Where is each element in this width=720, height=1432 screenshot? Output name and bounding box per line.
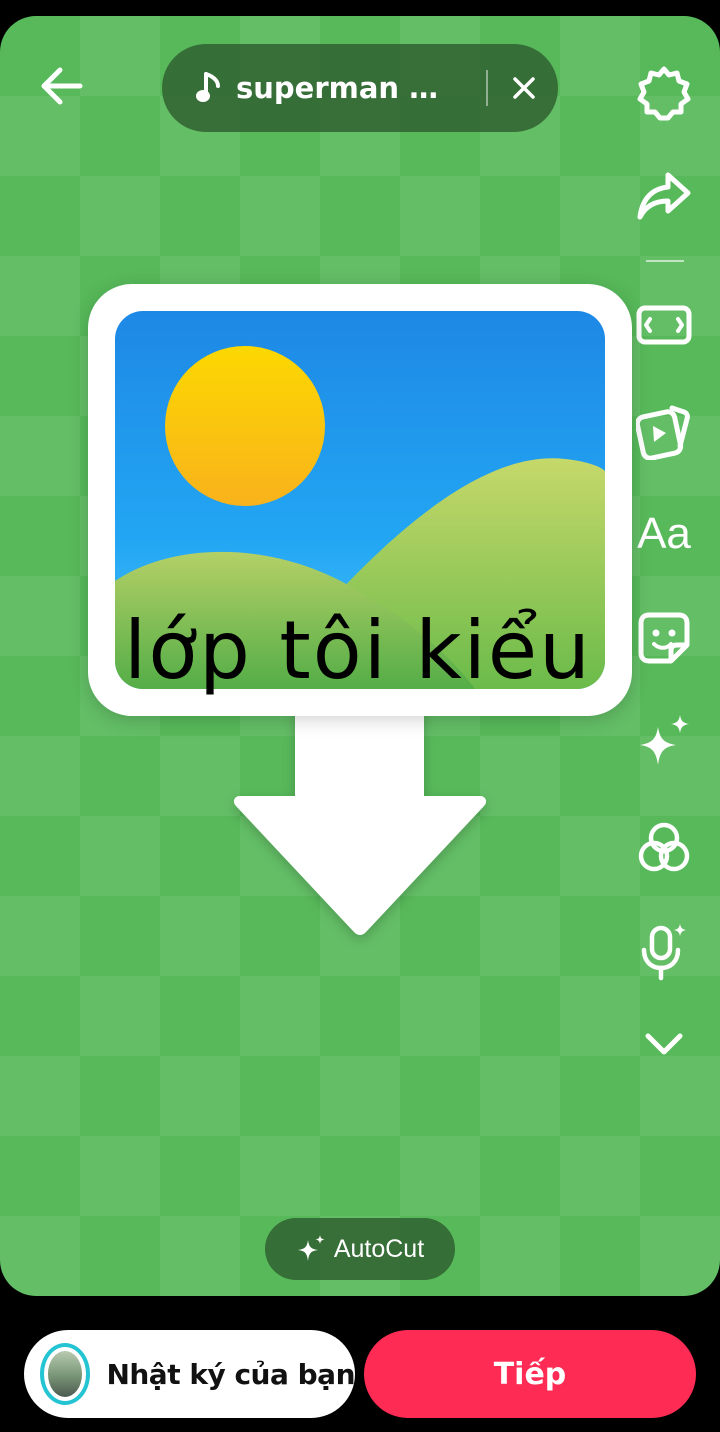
text-overlay[interactable]: lớp tôi kiểu: [124, 604, 592, 697]
pill-divider: [486, 70, 488, 106]
tool-rail: Aa: [620, 16, 710, 1116]
music-title: superman 🤖 -...: [236, 70, 472, 105]
aspect-ratio-icon: [636, 305, 692, 345]
aspect-ratio-button[interactable]: [624, 293, 704, 357]
more-tools-button[interactable]: [624, 1012, 704, 1076]
stickers-button[interactable]: [624, 606, 704, 670]
avatar: [40, 1343, 91, 1405]
settings-button[interactable]: [624, 61, 704, 125]
text-button[interactable]: Aa: [624, 502, 704, 566]
text-icon: Aa: [637, 509, 691, 558]
gear-icon: [637, 66, 691, 121]
autocut-button[interactable]: AutoCut: [265, 1218, 455, 1280]
voice-button[interactable]: [624, 920, 704, 984]
music-selector[interactable]: superman 🤖 -...: [162, 44, 558, 132]
back-button[interactable]: [36, 60, 88, 112]
sparkle-icon: [297, 1235, 325, 1261]
chevron-down-icon: [645, 1033, 683, 1055]
remove-music-button[interactable]: [502, 66, 546, 110]
sticker-icon: [638, 612, 690, 664]
video-template-icon: [636, 405, 690, 460]
arrow-left-icon: [41, 67, 83, 105]
filters-button[interactable]: [624, 816, 704, 880]
next-button[interactable]: Tiếp: [364, 1330, 696, 1418]
microphone-icon: [641, 924, 686, 981]
music-note-icon: [196, 71, 226, 105]
templates-button[interactable]: [624, 399, 704, 463]
share-button[interactable]: [624, 164, 704, 228]
journal-label: Nhật ký của bạn: [106, 1357, 355, 1391]
filters-icon: [638, 822, 690, 872]
autocut-label: AutoCut: [333, 1234, 425, 1263]
editor-canvas: superman 🤖 -...: [0, 16, 720, 1296]
close-icon: [513, 77, 535, 99]
share-arrow-icon: [637, 172, 691, 220]
your-journal-button[interactable]: Nhật ký của bạn: [24, 1330, 355, 1418]
sparkle-icon: [640, 715, 689, 765]
effects-button[interactable]: [624, 710, 704, 774]
rail-divider: [646, 260, 684, 262]
image-download-sticker[interactable]: lớp tôi kiểu: [88, 284, 632, 956]
